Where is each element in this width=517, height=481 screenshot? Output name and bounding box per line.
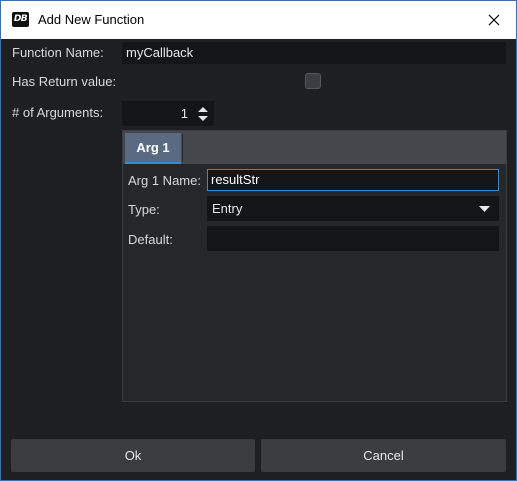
has-return-checkbox[interactable] (305, 73, 321, 89)
close-icon (488, 14, 500, 26)
num-arguments-spinbox[interactable]: 1 (122, 101, 214, 126)
tab-arg-1-body: Arg 1 Name: resultStr Type: Entry Defaul… (123, 164, 506, 401)
num-arguments-label: # of Arguments: (12, 105, 104, 120)
spin-arrows-icon[interactable] (198, 106, 208, 122)
ok-button[interactable]: Ok (11, 439, 255, 472)
arg-name-label: Arg 1 Name: (128, 173, 201, 188)
default-value-input[interactable] (207, 226, 499, 251)
app-logo-icon: DB (12, 12, 29, 27)
cancel-button[interactable]: Cancel (261, 439, 506, 472)
has-return-label: Has Return value: (12, 74, 117, 89)
arguments-tab-panel: Arg 1 Arg 1 Name: resultStr Type: Entry … (122, 130, 507, 402)
tab-arg-1[interactable]: Arg 1 (125, 133, 181, 164)
arg-name-input[interactable]: resultStr (207, 169, 499, 191)
type-label: Type: (128, 202, 160, 217)
title-bar[interactable]: DB Add New Function (1, 1, 516, 39)
default-label: Default: (128, 232, 173, 247)
chevron-down-icon (479, 206, 490, 212)
num-arguments-value: 1 (180, 106, 188, 121)
function-name-label: Function Name: (12, 45, 104, 60)
function-name-input[interactable]: myCallback (122, 42, 506, 64)
close-button[interactable] (472, 1, 516, 39)
window-title: Add New Function (38, 12, 145, 27)
add-function-dialog: DB Add New Function Function Name: myCal… (0, 0, 517, 481)
dialog-content: Function Name: myCallback Has Return val… (1, 39, 516, 480)
tab-bar: Arg 1 (123, 131, 506, 164)
type-dropdown-value: Entry (212, 201, 243, 216)
tab-divider (182, 133, 183, 162)
type-dropdown[interactable]: Entry (207, 196, 499, 221)
